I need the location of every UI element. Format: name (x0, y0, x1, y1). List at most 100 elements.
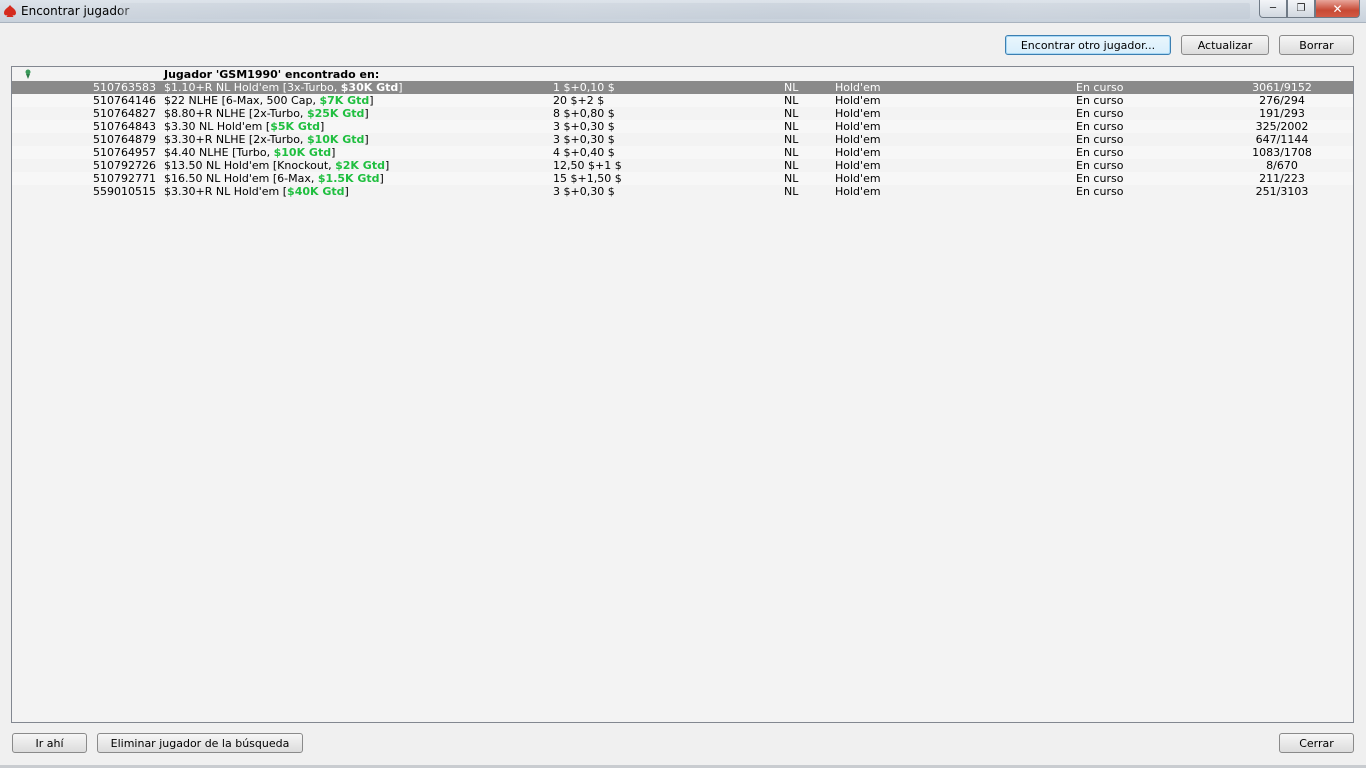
tournament-status: En curso (1076, 172, 1124, 185)
remove-player-button[interactable]: Eliminar jugador de la búsqueda (97, 733, 303, 753)
game-type: Hold'em (835, 120, 881, 133)
tournament-id: 510764879 (93, 133, 156, 146)
game-type: Hold'em (835, 94, 881, 107)
tournament-status: En curso (1076, 133, 1124, 146)
table-row[interactable]: 510764843 $3.30 NL Hold'em [$5K Gtd] 3 $+0… (12, 120, 1353, 133)
tournament-id: 510764827 (93, 107, 156, 120)
game-type: Hold'em (835, 146, 881, 159)
game-type: Hold'em (835, 172, 881, 185)
buy-in: 3 $+0,30 $ (553, 185, 615, 198)
tournament-name-close: ] (364, 133, 369, 146)
buy-in: 3 $+0,30 $ (553, 133, 615, 146)
close-icon: ✕ (1332, 1, 1343, 16)
tournament-name-close: ] (320, 120, 325, 133)
players-count: 325/2002 (1255, 120, 1309, 133)
tournament-name-text: $3.30 NL Hold'em [ (164, 120, 271, 133)
limit-type: NL (784, 146, 799, 159)
find-other-player-button[interactable]: Encontrar otro jugador... (1005, 35, 1171, 55)
tournament-name-text: $3.30+R NLHE [2x-Turbo, (164, 133, 307, 146)
background-taskbar-tabs (120, 3, 1250, 19)
buy-in: 1 $+0,10 $ (553, 81, 615, 94)
pokerstars-logo-icon (4, 5, 16, 17)
maximize-button[interactable]: ❐ (1287, 0, 1315, 18)
tournament-name-close: ] (379, 172, 384, 185)
game-type: Hold'em (835, 107, 881, 120)
tournament-name: $16.50 NL Hold'em [6-Max, $1.5K Gtd] (164, 172, 384, 185)
tournament-name-text: $8.80+R NLHE [2x-Turbo, (164, 107, 307, 120)
tournament-id: 510764146 (93, 94, 156, 107)
tournament-id: 559010515 (93, 185, 156, 198)
limit-type: NL (784, 94, 799, 107)
limit-type: NL (784, 172, 799, 185)
buy-in: 12,50 $+1 $ (553, 159, 622, 172)
table-row[interactable]: 510764827 $8.80+R NLHE [2x-Turbo, $25K Gt… (12, 107, 1353, 120)
tournament-status: En curso (1076, 185, 1124, 198)
guarantee-text: $2K Gtd (335, 159, 385, 172)
game-type: Hold'em (835, 159, 881, 172)
close-button[interactable]: Cerrar (1279, 733, 1354, 753)
tournament-name: $13.50 NL Hold'em [Knockout, $2K Gtd] (164, 159, 389, 172)
table-row[interactable]: 510764879 $3.30+R NLHE [2x-Turbo, $10K Gt… (12, 133, 1353, 146)
tournament-id: 510764843 (93, 120, 156, 133)
tournament-name: $3.30+R NLHE [2x-Turbo, $10K Gtd] (164, 133, 369, 146)
limit-type: NL (784, 159, 799, 172)
guarantee-text: $10K Gtd (273, 146, 332, 159)
window-titlebar: Encontrar jugador ─ ❐ ✕ (0, 0, 1366, 23)
tournament-name-text: $3.30+R NL Hold'em [ (164, 185, 288, 198)
table-row[interactable]: 559010515 $3.30+R NL Hold'em [$40K Gtd] 3 … (12, 185, 1353, 198)
guarantee-text: $1.5K Gtd (317, 172, 380, 185)
tournament-name: $1.10+R NL Hold'em [3x-Turbo, $30K Gtd] (164, 81, 403, 94)
tournament-id: 510792771 (93, 172, 156, 185)
game-type: Hold'em (835, 81, 881, 94)
tournament-id: 510763583 (93, 81, 156, 94)
window-controls: ─ ❐ ✕ (1259, 0, 1360, 18)
tournament-status: En curso (1076, 94, 1124, 107)
tournament-name-close: ] (364, 107, 369, 120)
table-row[interactable]: 510764146 $22 NLHE [6-Max, 500 Cap, $7K G… (12, 94, 1353, 107)
tournament-name: $3.30 NL Hold'em [$5K Gtd] (164, 120, 324, 133)
tournament-name-text: $22 NLHE [6-Max, 500 Cap, (164, 94, 320, 107)
limit-type: NL (784, 185, 799, 198)
clear-button[interactable]: Borrar (1279, 35, 1354, 55)
buy-in: 3 $+0,30 $ (553, 120, 615, 133)
players-count: 1083/1708 (1252, 146, 1312, 159)
players-count: 251/3103 (1255, 185, 1309, 198)
guarantee-text: $5K Gtd (270, 120, 321, 133)
players-count: 8/670 (1266, 159, 1298, 172)
list-header: Jugador 'GSM1990' encontrado en: (12, 68, 1353, 81)
buy-in: 8 $+0,80 $ (553, 107, 615, 120)
table-row[interactable]: 510763583 $1.10+R NL Hold'em [3x-Turbo, $… (12, 81, 1353, 94)
tournament-name: $3.30+R NL Hold'em [$40K Gtd] (164, 185, 349, 198)
close-window-button[interactable]: ✕ (1315, 0, 1360, 18)
table-row[interactable]: 510792771 $16.50 NL Hold'em [6-Max, $1.5K… (12, 172, 1353, 185)
limit-type: NL (784, 81, 799, 94)
tournament-name-close: ] (398, 81, 403, 94)
tournament-status: En curso (1076, 107, 1124, 120)
tournament-status: En curso (1076, 159, 1124, 172)
players-count: 211/223 (1259, 172, 1305, 185)
limit-type: NL (784, 120, 799, 133)
tournament-id: 510764957 (93, 146, 156, 159)
limit-type: NL (784, 107, 799, 120)
limit-type: NL (784, 133, 799, 146)
game-type: Hold'em (835, 185, 881, 198)
guarantee-text: $10K Gtd (306, 133, 365, 146)
maximize-icon: ❐ (1296, 3, 1306, 14)
refresh-button[interactable]: Actualizar (1181, 35, 1269, 55)
tournament-name-text: $4.40 NLHE [Turbo, (164, 146, 274, 159)
tournament-name-text: $13.50 NL Hold'em [Knockout, (164, 159, 336, 172)
minimize-button[interactable]: ─ (1259, 0, 1287, 18)
table-row[interactable]: 510792726 $13.50 NL Hold'em [Knockout, $2… (12, 159, 1353, 172)
tournament-name-close: ] (384, 159, 390, 172)
players-count: 647/1144 (1255, 133, 1309, 146)
table-row[interactable]: 510764957 $4.40 NLHE [Turbo, $10K Gtd] 4 $… (12, 146, 1353, 159)
tournament-status: En curso (1076, 81, 1124, 94)
go-there-button[interactable]: Ir ahí (12, 733, 87, 753)
tournament-name-text: $16.50 NL Hold'em [6-Max, (164, 172, 318, 185)
guarantee-text: $7K Gtd (319, 94, 370, 107)
buy-in: 15 $+1,50 $ (553, 172, 622, 185)
list-header-title: Jugador 'GSM1990' encontrado en: (164, 68, 380, 81)
results-list[interactable]: Jugador 'GSM1990' encontrado en: 5107635… (11, 66, 1354, 723)
players-count: 276/294 (1259, 94, 1305, 107)
tournament-status: En curso (1076, 146, 1124, 159)
